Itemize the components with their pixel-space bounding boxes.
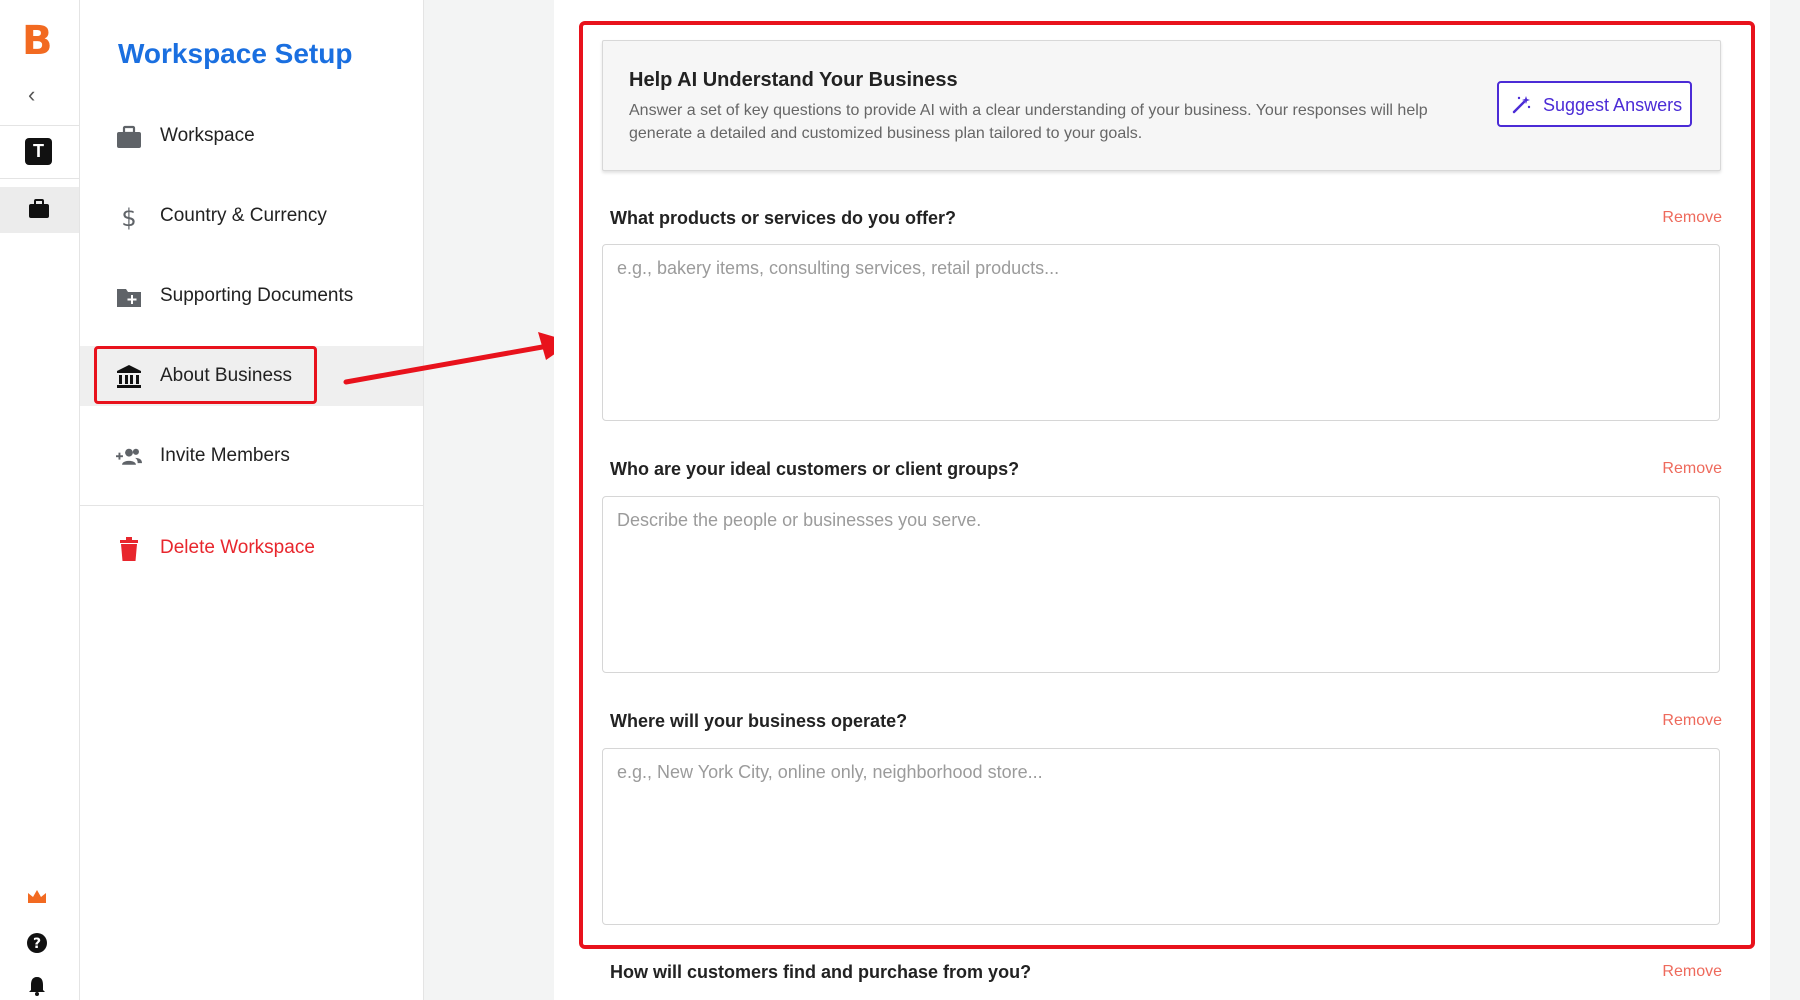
sidebar-item-invite-members[interactable]: Invite Members — [80, 426, 423, 486]
app-logo[interactable]: B — [22, 18, 53, 64]
sidebar-item-workspace[interactable]: Workspace — [80, 106, 423, 166]
suggest-answers-button[interactable]: Suggest Answers — [1497, 81, 1692, 127]
suggest-answers-label: Suggest Answers — [1543, 95, 1683, 115]
briefcase-icon — [29, 199, 49, 218]
crown-icon[interactable] — [26, 888, 48, 906]
sidebar-item-label: Supporting Documents — [160, 285, 354, 306]
main-content: Help AI Understand Your Business Answer … — [554, 0, 1770, 1000]
trash-icon — [120, 537, 138, 561]
page-title: Workspace Setup — [118, 38, 353, 69]
question-label: Where will your business operate? — [610, 711, 908, 731]
workspace-avatar[interactable]: T — [25, 138, 52, 165]
sidebar-item-supporting-documents[interactable]: Supporting Documents — [80, 266, 423, 326]
collapse-icon[interactable]: ‹ — [28, 82, 35, 108]
question-label: Who are your ideal customers or client g… — [610, 459, 1020, 479]
card-title: Help AI Understand Your Business — [629, 69, 958, 91]
magic-wand-icon — [1512, 96, 1531, 114]
rail-workspace-setup[interactable] — [0, 187, 79, 233]
add-group-icon — [116, 448, 142, 465]
settings-sidebar: Workspace Setup Workspace $ Country & Cu… — [80, 0, 424, 1000]
svg-text:$: $ — [121, 204, 136, 230]
briefcase-icon — [117, 125, 141, 148]
annotation-highlight-box — [94, 346, 317, 404]
question-answer-field[interactable] — [602, 244, 1720, 421]
sidebar-item-label: Workspace — [160, 125, 255, 146]
help-icon[interactable]: ? — [26, 932, 48, 954]
sidebar-item-label: Country & Currency — [160, 205, 327, 226]
question-answer-field[interactable] — [602, 496, 1720, 673]
folder-plus-icon — [117, 289, 141, 307]
svg-text:?: ? — [33, 936, 41, 952]
question-answer-field[interactable] — [602, 748, 1720, 925]
question-label: What products or services do you offer? — [610, 208, 957, 228]
question-label: How will customers find and purchase fro… — [610, 962, 1032, 982]
card-description: Answer a set of key questions to provide… — [629, 102, 1428, 142]
bell-icon[interactable] — [26, 975, 48, 997]
remove-question-button[interactable]: Remove — [1662, 209, 1722, 227]
rail-divider — [0, 125, 79, 126]
sidebar-item-country-currency[interactable]: $ Country & Currency — [80, 186, 423, 246]
sidebar-item-label: Invite Members — [160, 445, 290, 466]
icon-rail: B ‹ T ? — [0, 0, 80, 1000]
remove-question-button[interactable]: Remove — [1662, 460, 1722, 478]
remove-question-button[interactable]: Remove — [1662, 963, 1722, 981]
dollar-icon: $ — [121, 204, 136, 230]
delete-workspace-button[interactable]: Delete Workspace — [80, 518, 423, 578]
remove-question-button[interactable]: Remove — [1662, 712, 1722, 730]
delete-workspace-label: Delete Workspace — [160, 537, 315, 558]
ai-help-card: Help AI Understand Your Business Answer … — [602, 40, 1721, 171]
rail-divider — [0, 178, 79, 179]
sidebar-divider — [80, 505, 423, 506]
annotation-arrow — [343, 332, 572, 385]
